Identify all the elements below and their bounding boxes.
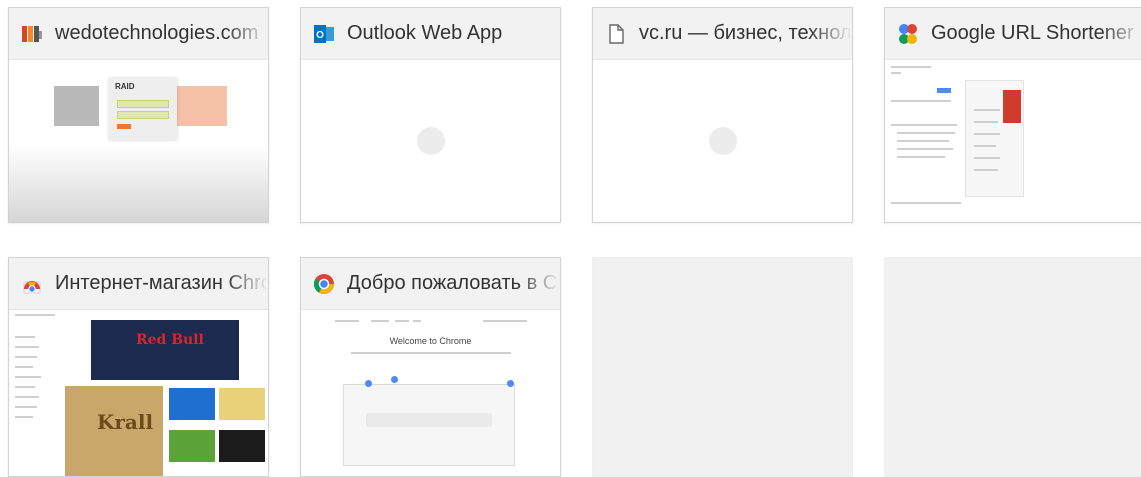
thumb-line (974, 133, 1000, 135)
thumb-line (891, 72, 901, 74)
thumb-line (974, 157, 1000, 159)
tile-empty-2 (884, 257, 1141, 477)
page-thumbnail: Red Bull Krall (9, 310, 268, 476)
thumb-line (897, 156, 945, 158)
thumb-dot (365, 380, 372, 387)
thumb-sidebar (13, 322, 59, 472)
thumb-login-box: RAID (109, 78, 177, 140)
tile-title: wedotechnologies.com (55, 22, 259, 44)
thumb-dot (391, 376, 398, 383)
tile-title: Outlook Web App (347, 22, 503, 44)
thumb-line (891, 100, 951, 102)
thumb-line (974, 145, 996, 147)
thumb-app-tile (169, 388, 215, 420)
loading-dot (416, 127, 445, 155)
thumb-block-right (172, 86, 227, 126)
page-thumbnail: Welcome to Chrome (301, 310, 560, 476)
thumb-app-tile (219, 388, 265, 420)
tile-header: O Outlook Web App (301, 8, 560, 60)
thumb-field (117, 111, 169, 119)
thumb-line (371, 320, 389, 322)
tile-title: Google URL Shortener (931, 22, 1134, 44)
thumb-red-block (1003, 90, 1021, 123)
thumb-line (483, 320, 527, 322)
loading-dot (708, 127, 737, 155)
thumb-block-left (54, 86, 99, 126)
thumb-banner-text: Red Bull (136, 332, 204, 348)
thumb-poster-text: Krall (97, 410, 154, 434)
thumb-line (897, 148, 953, 150)
thumb-line (974, 169, 998, 171)
thumb-button (937, 88, 951, 93)
thumb-line (891, 202, 961, 204)
tile-header: vc.ru — бизнес, технологии (593, 8, 852, 60)
thumb-line (15, 406, 37, 408)
thumb-headline: Welcome to Chrome (389, 336, 472, 346)
thumb-line (897, 132, 955, 134)
page-thumbnail (301, 60, 560, 222)
tile-vc-ru[interactable]: vc.ru — бизнес, технологии (592, 7, 853, 223)
thumb-button (117, 124, 131, 129)
thumb-line (15, 376, 41, 378)
tile-wedotechnologies[interactable]: wedotechnologies.com RAID (8, 7, 269, 223)
wedo-logo-icon (21, 23, 43, 45)
thumb-line (15, 366, 33, 368)
tile-google-url-shortener[interactable]: Google URL Shortener (884, 7, 1141, 223)
thumb-line (15, 336, 35, 338)
thumb-line (335, 320, 359, 322)
svg-text:O: O (316, 30, 324, 41)
tile-header: wedotechnologies.com (9, 8, 268, 60)
thumb-dot (507, 380, 514, 387)
chrome-icon (313, 273, 335, 295)
thumb-logo-text: RAID (115, 82, 135, 91)
thumb-line (974, 109, 1000, 111)
tile-header: Добро пожаловать в Chrome (301, 258, 560, 310)
google-shortener-icon (897, 23, 919, 45)
tile-chrome-web-store[interactable]: Интернет-магазин Chrome Red Bull Krall (8, 257, 269, 477)
thumb-field (117, 100, 169, 108)
thumb-line (413, 320, 421, 322)
page-icon (605, 23, 627, 45)
thumb-browser-window (343, 384, 515, 466)
tile-title: Интернет-магазин Chrome (55, 272, 268, 294)
tile-title: vc.ru — бизнес, технологии (639, 22, 852, 44)
tile-header: Google URL Shortener (885, 8, 1141, 60)
thumb-line (15, 356, 37, 358)
outlook-icon: O (313, 23, 335, 45)
thumb-line (897, 140, 949, 142)
thumb-line (15, 416, 33, 418)
tile-header: Интернет-магазин Chrome (9, 258, 268, 310)
tile-outlook-web-app[interactable]: O Outlook Web App (300, 7, 561, 223)
tile-welcome-to-chrome[interactable]: Добро пожаловать в Chrome Welcome to Chr… (300, 257, 561, 477)
chrome-web-store-icon (21, 273, 43, 295)
thumb-poster: Krall (65, 386, 163, 476)
thumb-line (891, 66, 931, 68)
page-thumbnail (593, 60, 852, 222)
page-thumbnail: RAID (9, 60, 268, 222)
tile-empty-1 (592, 257, 853, 477)
thumb-line (974, 121, 998, 123)
thumb-line (15, 346, 39, 348)
thumb-line (351, 352, 511, 354)
thumb-line (15, 314, 55, 316)
thumb-search-box (366, 413, 492, 427)
thumb-banner: Red Bull (91, 320, 239, 380)
page-thumbnail (885, 60, 1141, 222)
tile-title: Добро пожаловать в Chrome (347, 272, 560, 294)
thumb-line (15, 386, 35, 388)
thumb-app-tile (169, 430, 215, 462)
thumb-line (15, 396, 39, 398)
thumb-app-tile (219, 430, 265, 462)
thumb-line (395, 320, 409, 322)
thumb-line (891, 124, 957, 126)
